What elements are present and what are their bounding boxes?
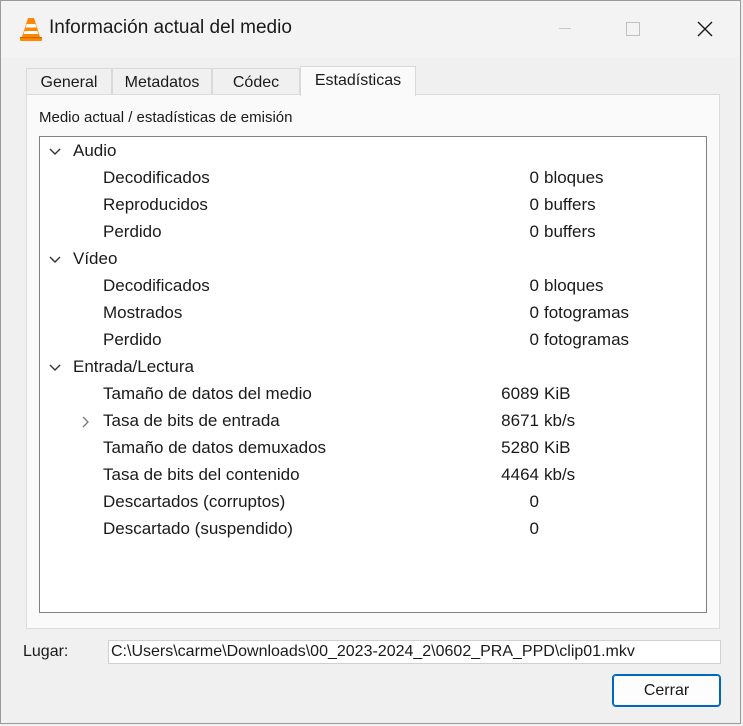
tree-row[interactable]: Decodificados 0 bloques bbox=[40, 273, 706, 300]
tree-row[interactable]: Reproducidos 0 buffers bbox=[40, 192, 706, 219]
stat-label: Decodificados bbox=[103, 276, 210, 295]
vlc-cone-icon bbox=[19, 16, 43, 42]
stat-label: Tamaño de datos demuxados bbox=[103, 438, 327, 457]
stat-value: 4464 bbox=[501, 465, 539, 484]
tree-group-label: Entrada/Lectura bbox=[73, 357, 194, 376]
tree-group-audio[interactable]: Audio bbox=[40, 138, 706, 165]
stat-label: Reproducidos bbox=[103, 195, 208, 214]
stat-value: 5280 bbox=[501, 438, 539, 457]
statistics-panel: Medio actual / estadísticas de emisión A… bbox=[26, 94, 720, 629]
tab-metadatos[interactable]: Metadatos bbox=[112, 68, 212, 94]
stat-unit: buffers bbox=[544, 195, 596, 214]
stat-unit: bloques bbox=[544, 168, 604, 187]
chevron-down-icon[interactable] bbox=[48, 360, 62, 374]
tree-group-label: Vídeo bbox=[73, 249, 118, 268]
tree-group-label: Audio bbox=[73, 141, 117, 160]
chevron-right-icon[interactable] bbox=[78, 414, 92, 428]
stat-value: 6089 bbox=[501, 384, 539, 403]
maximize-icon bbox=[626, 22, 640, 36]
maximize-button[interactable] bbox=[609, 1, 657, 57]
stat-label: Perdido bbox=[103, 222, 162, 241]
chevron-down-icon[interactable] bbox=[48, 144, 62, 158]
stat-label: Perdido bbox=[103, 330, 162, 349]
stat-value: 0 bbox=[529, 168, 539, 187]
tree-row[interactable]: Perdido 0 buffers bbox=[40, 219, 706, 246]
stat-value: 0 bbox=[529, 195, 539, 214]
title-bar: Información actual del medio bbox=[1, 1, 740, 57]
media-info-window: Información actual del medio General Met… bbox=[0, 0, 741, 724]
tree-row[interactable]: Tasa de bits del contenido 4464 kb/s bbox=[40, 462, 706, 489]
stat-value: 0 bbox=[529, 519, 539, 538]
chevron-down-icon[interactable] bbox=[48, 252, 62, 266]
stat-unit: buffers bbox=[544, 222, 596, 241]
stat-label: Decodificados bbox=[103, 168, 210, 187]
stat-unit: kb/s bbox=[544, 465, 576, 484]
tab-general[interactable]: General bbox=[26, 68, 112, 94]
tree-row[interactable]: Tamaño de datos del medio 6089 KiB bbox=[40, 381, 706, 408]
stat-value: 0 bbox=[529, 276, 539, 295]
tree-row[interactable]: Perdido 0 fotogramas bbox=[40, 327, 706, 354]
stat-unit: fotogramas bbox=[544, 330, 630, 349]
location-label: Lugar: bbox=[23, 643, 69, 660]
stat-unit: bloques bbox=[544, 276, 604, 295]
window-title: Información actual del medio bbox=[49, 17, 292, 38]
minimize-button[interactable] bbox=[541, 1, 589, 57]
stat-value: 0 bbox=[529, 222, 539, 241]
tree-row[interactable]: Tasa de bits de entrada 8671 kb/s bbox=[40, 408, 706, 435]
stat-label: Descartado (suspendido) bbox=[103, 519, 293, 538]
close-button[interactable]: Cerrar bbox=[612, 674, 721, 707]
tree-group-video[interactable]: Vídeo bbox=[40, 246, 706, 273]
tree-row[interactable]: Decodificados 0 bloques bbox=[40, 165, 706, 192]
tree-row[interactable]: Descartados (corruptos) 0 bbox=[40, 489, 706, 516]
stat-value: 0 bbox=[529, 330, 539, 349]
stat-unit: KiB bbox=[544, 438, 571, 457]
stat-unit: KiB bbox=[544, 384, 571, 403]
location-field[interactable] bbox=[108, 640, 721, 664]
stat-label: Tamaño de datos del medio bbox=[103, 384, 312, 403]
stat-label: Tasa de bits de entrada bbox=[103, 411, 280, 430]
minimize-icon bbox=[559, 28, 571, 29]
close-window-button[interactable] bbox=[681, 1, 729, 57]
tree-group-input[interactable]: Entrada/Lectura bbox=[40, 354, 706, 381]
tree-row[interactable]: Descartado (suspendido) 0 bbox=[40, 516, 706, 543]
panel-caption: Medio actual / estadísticas de emisión bbox=[39, 109, 293, 126]
stat-label: Descartados (corruptos) bbox=[103, 492, 286, 511]
tab-estadisticas[interactable]: Estadísticas bbox=[300, 66, 416, 96]
close-icon bbox=[697, 21, 713, 37]
tab-codec[interactable]: Códec bbox=[212, 68, 300, 94]
stat-value: 8671 bbox=[501, 411, 539, 430]
stat-label: Tasa de bits del contenido bbox=[103, 465, 300, 484]
tree-row[interactable]: Mostrados 0 fotogramas bbox=[40, 300, 706, 327]
stat-value: 0 bbox=[529, 492, 539, 511]
tree-row[interactable]: Tamaño de datos demuxados 5280 KiB bbox=[40, 435, 706, 462]
stat-unit: fotogramas bbox=[544, 303, 630, 322]
statistics-tree[interactable]: Audio Decodificados 0 bloques Reproducid… bbox=[39, 136, 707, 613]
stat-value: 0 bbox=[529, 303, 539, 322]
stat-unit: kb/s bbox=[544, 411, 576, 430]
stat-label: Mostrados bbox=[103, 303, 183, 322]
